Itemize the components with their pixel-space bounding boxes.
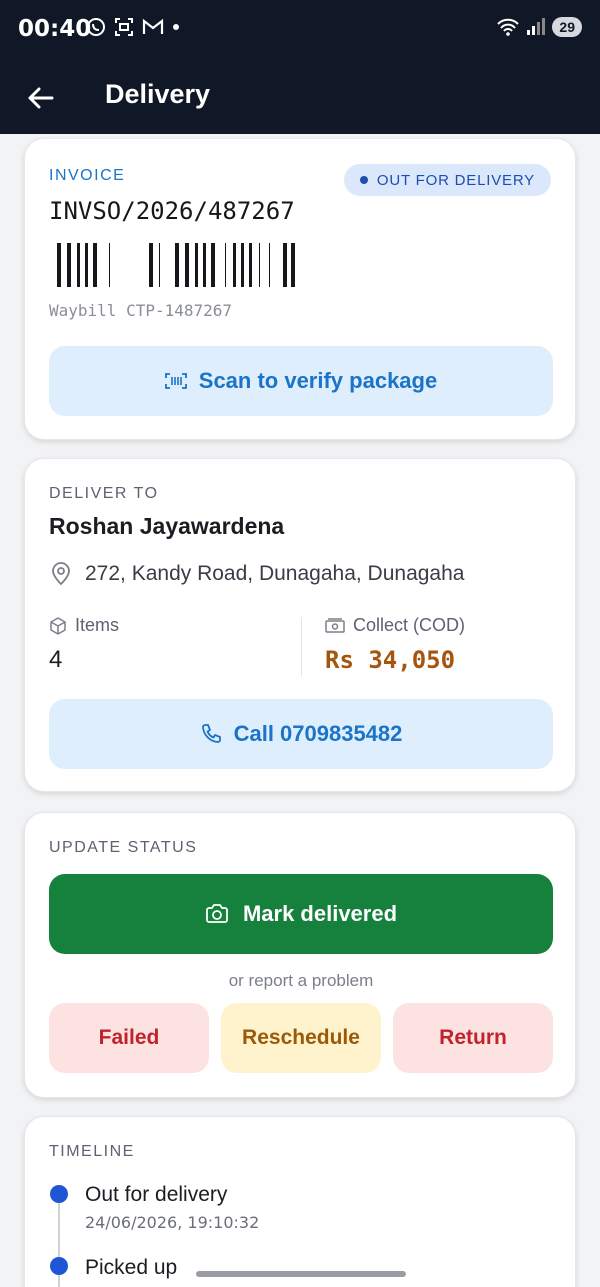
update-status-label: UPDATE STATUS	[49, 839, 198, 856]
status-badge: OUT FOR DELIVERY	[343, 164, 551, 196]
mark-delivered-label: Mark delivered	[242, 901, 398, 926]
invoice-number: INVSO/2026/487267	[49, 197, 295, 225]
timeline-dot	[50, 1185, 68, 1203]
app-bar: Delivery	[0, 60, 600, 134]
scan-icon	[115, 18, 133, 36]
barcode-scan-icon	[164, 373, 187, 389]
map-pin-icon	[52, 562, 70, 586]
status-dot-icon	[359, 176, 368, 184]
cod-stat: Collect (COD) Rs 34,050	[325, 615, 465, 674]
scan-verify-button[interactable]: Scan to verify package	[49, 346, 553, 416]
signal-icon	[527, 18, 546, 35]
timeline-card: TIMELINE Out for delivery 24/06/2026, 19…	[24, 1116, 576, 1287]
arrow-left-icon	[28, 87, 54, 109]
items-stat: Items 4	[49, 615, 119, 674]
delivery-address: 272, Kandy Road, Dunagaha, Dunagaha	[51, 562, 464, 586]
status-time: 00:40	[18, 16, 92, 42]
cod-amount: Rs 34,050	[325, 646, 456, 674]
invoice-card: INVOICE OUT FOR DELIVERY INVSO/2026/4872…	[24, 138, 576, 440]
gmail-icon	[142, 18, 164, 34]
whatsapp-icon	[87, 18, 105, 36]
call-label: Call 0709835482	[233, 721, 403, 746]
notification-icons	[86, 17, 180, 37]
status-bar: 00:40 29	[0, 0, 600, 60]
report-problem-text: or report a problem	[228, 971, 374, 990]
dot-icon	[173, 24, 179, 30]
customer-name: Roshan Jayawardena	[49, 513, 285, 539]
box-icon	[50, 616, 66, 635]
barcode-image	[57, 243, 295, 287]
items-value: 4	[49, 646, 63, 673]
system-icons: 29	[496, 17, 582, 37]
back-button[interactable]	[20, 78, 60, 118]
home-indicator[interactable]	[196, 1271, 406, 1277]
mark-delivered-button[interactable]: Mark delivered	[49, 874, 553, 954]
timeline-label: TIMELINE	[49, 1143, 135, 1160]
divider	[301, 617, 302, 677]
invoice-label: INVOICE	[49, 167, 126, 184]
timeline-event-title: Out for delivery	[85, 1183, 228, 1206]
timeline-dot	[50, 1257, 68, 1275]
call-button[interactable]: Call 0709835482	[49, 699, 553, 769]
reschedule-button[interactable]: Reschedule	[221, 1003, 381, 1073]
deliver-to-card: DELIVER TO Roshan Jayawardena 272, Kandy…	[24, 458, 576, 792]
timeline-event-time: 24/06/2026, 19:10:32	[85, 1213, 260, 1232]
status-badge-text: OUT FOR DELIVERY	[376, 171, 535, 189]
camera-icon	[206, 904, 228, 923]
deliver-to-label: DELIVER TO	[49, 485, 159, 502]
page-title: Delivery	[105, 79, 211, 109]
cod-label: Collect (COD)	[353, 615, 466, 635]
wifi-icon	[497, 18, 520, 36]
return-button[interactable]: Return	[393, 1003, 553, 1073]
scan-verify-label: Scan to verify package	[198, 368, 438, 393]
address-text: 272, Kandy Road, Dunagaha, Dunagaha	[85, 562, 465, 585]
update-status-card: UPDATE STATUS Mark delivered or report a…	[24, 812, 576, 1098]
cash-icon	[325, 617, 345, 633]
battery-indicator: 29	[552, 17, 582, 37]
phone-icon	[201, 724, 221, 743]
waybill-number: Waybill CTP-1487267	[49, 301, 233, 320]
items-label: Items	[75, 615, 120, 635]
timeline-event-title: Picked up	[85, 1256, 178, 1279]
failed-button[interactable]: Failed	[49, 1003, 209, 1073]
